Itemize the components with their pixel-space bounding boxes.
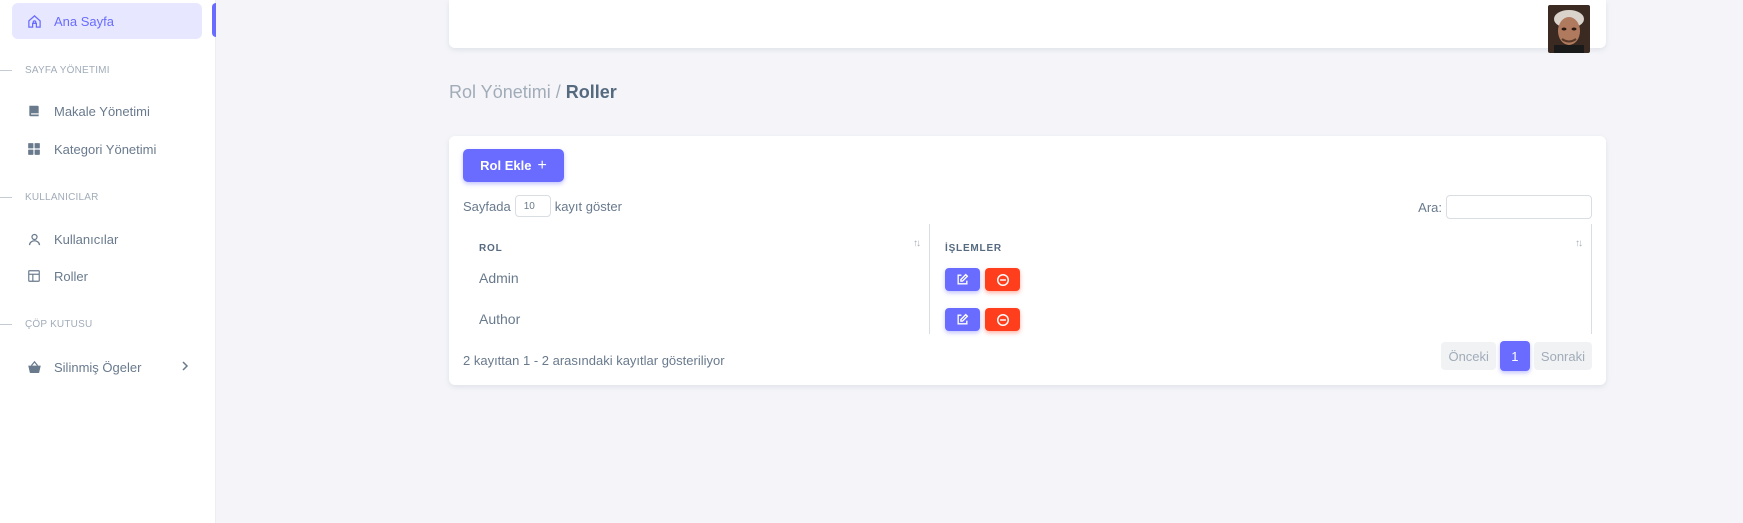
sidebar-item-label: Kullanıcılar — [54, 231, 119, 247]
basket-icon — [26, 359, 42, 375]
sidebar-item-roles[interactable]: Roller — [12, 258, 202, 294]
layout-icon — [26, 268, 42, 284]
column-header-actions: İŞLEMLER — [945, 243, 1002, 254]
add-role-label: Rol Ekle — [480, 158, 532, 173]
length-suffix: kayıt göster — [554, 198, 622, 214]
edit-button[interactable] — [945, 268, 980, 291]
delete-button[interactable] — [985, 268, 1020, 291]
search-label: Ara: — [1418, 199, 1442, 215]
roles-table: ROL ↑↓ İŞLEMLER ↑↓ Admin Author — [463, 224, 1592, 334]
table-cell-role: Author — [479, 311, 521, 327]
sidebar-item-label: Makale Yönetimi — [54, 103, 150, 119]
sort-icon: ↑↓ — [1575, 238, 1583, 249]
section-header-users: KULLANICILAR — [0, 192, 99, 203]
page-length-select[interactable]: 10 — [514, 195, 551, 217]
page-1-button[interactable]: 1 — [1499, 341, 1530, 371]
top-navbar — [449, 0, 1606, 53]
minus-circle-icon — [996, 273, 1009, 286]
sidebar-item-users[interactable]: Kullanıcılar — [12, 221, 202, 257]
next-page-button[interactable]: Sonraki — [1533, 342, 1592, 370]
book-icon — [26, 103, 42, 119]
page-title: Roller — [565, 82, 617, 102]
edit-button[interactable] — [945, 308, 980, 331]
column-divider — [929, 224, 930, 334]
breadcrumb-parent: Rol Yönetimi / — [449, 82, 561, 102]
pagination: Önceki 1 Sonraki — [1441, 341, 1592, 371]
sidebar-item-label: Ana Sayfa — [54, 13, 114, 29]
section-header-pages: SAYFA YÖNETIMI — [0, 65, 110, 76]
sidebar-item-label: Roller — [54, 268, 88, 284]
section-header-trash: ÇÖP KUTUSU — [0, 319, 92, 330]
sidebar-item-label: Kategori Yönetimi — [54, 141, 157, 157]
edit-icon — [957, 273, 969, 285]
search-control: Ara: — [1418, 195, 1592, 219]
edit-icon — [957, 313, 969, 325]
home-icon — [26, 13, 42, 29]
active-indicator — [212, 3, 216, 37]
sidebar: Ana Sayfa SAYFA YÖNETIMI Makale Yönetimi… — [0, 0, 216, 523]
roles-card: Rol Ekle + Sayfada 10 kayıt göster Ara: … — [449, 136, 1606, 385]
table-cell-role: Admin — [479, 270, 519, 286]
sidebar-item-articles[interactable]: Makale Yönetimi — [12, 93, 202, 129]
sidebar-item-deleted[interactable]: Silinmiş Ögeler — [12, 349, 202, 385]
section-label: SAYFA YÖNETIMI — [25, 65, 110, 76]
grid-icon — [26, 141, 42, 157]
previous-page-button[interactable]: Önceki — [1441, 342, 1496, 370]
add-role-button[interactable]: Rol Ekle + — [463, 149, 564, 182]
user-icon — [26, 231, 42, 247]
section-label: KULLANICILAR — [25, 192, 99, 203]
plus-icon: + — [537, 156, 547, 174]
sidebar-item-home[interactable]: Ana Sayfa — [12, 3, 202, 39]
sort-icon[interactable]: ↑↓ — [913, 238, 921, 249]
column-header-role[interactable]: ROL — [479, 243, 503, 254]
page-length-control: Sayfada 10 kayıt göster — [463, 195, 622, 217]
section-label: ÇÖP KUTUSU — [25, 319, 93, 330]
length-prefix: Sayfada — [463, 198, 511, 214]
table-info: 2 kayıttan 1 - 2 arasındaki kayıtlar gös… — [463, 353, 725, 368]
minus-circle-icon — [996, 313, 1009, 326]
sidebar-item-label: Silinmiş Ögeler — [54, 359, 142, 375]
delete-button[interactable] — [985, 308, 1020, 331]
search-input[interactable] — [1446, 195, 1592, 219]
breadcrumb: Rol Yönetimi / Roller — [449, 82, 617, 103]
chevron-right-icon — [180, 360, 190, 375]
avatar[interactable] — [1548, 5, 1590, 53]
sidebar-item-categories[interactable]: Kategori Yönetimi — [12, 131, 202, 167]
table-right-border — [1591, 224, 1592, 334]
